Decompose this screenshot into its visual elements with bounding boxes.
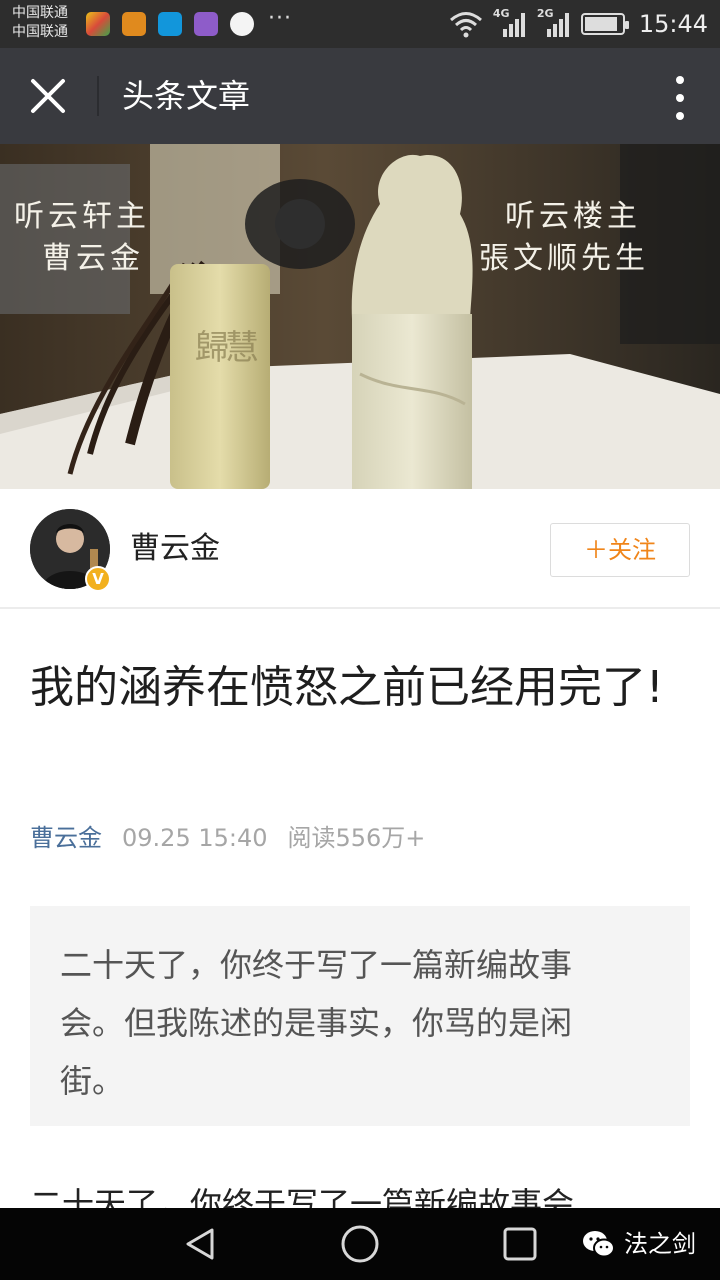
banner-caption-right: 听云楼主 張文顺先生	[479, 196, 649, 280]
article-meta: 曹云金 09.25 15:40 阅读556万+	[30, 822, 425, 854]
status-right: 4G 2G 15:44	[449, 6, 708, 42]
carrier-label-1: 中国联通	[12, 5, 68, 21]
carrier-label-2: 中国联通	[12, 24, 68, 40]
svg-text:慧: 慧	[225, 328, 259, 368]
nav-back-button[interactable]	[182, 1226, 218, 1266]
author-row: V 曹云金 ＋关注	[0, 489, 720, 609]
more-notifications-icon: ···	[268, 6, 292, 31]
battery-icon	[580, 13, 629, 35]
meta-author-link[interactable]: 曹云金	[30, 822, 102, 854]
signal-2g-icon: 2G	[536, 7, 571, 39]
photo-app-icon	[86, 12, 110, 36]
article-cover-image[interactable]: 歸 慧 听云轩主 曹云金 听云楼主 張文顺先生	[0, 144, 720, 489]
more-dot-icon	[676, 112, 684, 120]
quote-text: 二十天了，你终于写了一篇新编故事会。但我陈述的是事实，你骂的是闲街。	[60, 946, 573, 1100]
follow-button[interactable]: ＋关注	[550, 523, 690, 577]
banner-caption-right-line1: 听云楼主	[505, 199, 641, 234]
svg-text:歸: 歸	[195, 328, 229, 368]
gallery-app-icon	[194, 12, 218, 36]
recent-apps-square-icon	[503, 1227, 537, 1261]
wechat-watermark: 法之剑	[582, 1224, 696, 1264]
meta-reads: 阅读556万+	[287, 824, 426, 852]
banner-caption-right-line2: 張文顺先生	[479, 241, 649, 276]
nav-home-button[interactable]	[340, 1224, 380, 1268]
title-bar: 头条文章	[0, 48, 720, 144]
close-icon	[31, 79, 65, 113]
meta-time: 09.25 15:40	[122, 824, 268, 852]
notification-icons	[86, 12, 254, 36]
wallet-app-icon	[122, 12, 146, 36]
more-menu-button[interactable]	[674, 76, 686, 120]
banner-caption-left: 听云轩主 曹云金	[14, 196, 150, 280]
status-bar: 中国联通 中国联通 ··· 4G 2G 15:44	[0, 0, 720, 48]
watermark-text: 法之剑	[624, 1230, 696, 1258]
article-summary-quote: 二十天了，你终于写了一篇新编故事会。但我陈述的是事实，你骂的是闲街。	[30, 906, 690, 1126]
wechat-icon	[583, 1231, 615, 1258]
close-button[interactable]	[24, 72, 72, 120]
carrier-labels: 中国联通 中国联通	[12, 4, 68, 42]
signal-4g-icon: 4G	[492, 7, 527, 39]
qq-icon	[230, 12, 254, 36]
alipay-icon	[158, 12, 182, 36]
clock: 15:44	[638, 10, 708, 38]
more-dot-icon	[676, 76, 684, 84]
title-divider	[97, 76, 99, 116]
article-title: 我的涵养在愤怒之前已经用完了!	[30, 662, 664, 713]
home-circle-icon	[341, 1225, 379, 1263]
banner-caption-left-line1: 听云轩主	[14, 199, 150, 234]
page-title: 头条文章	[122, 77, 251, 115]
author-name[interactable]: 曹云金	[130, 529, 220, 569]
back-triangle-icon	[186, 1228, 214, 1260]
signal-2g-label: 2G	[536, 7, 554, 20]
battery-fill	[584, 17, 617, 31]
system-nav-bar: 法之剑	[0, 1208, 720, 1280]
banner-caption-left-line2: 曹云金	[42, 241, 144, 276]
more-dot-icon	[676, 94, 684, 102]
nav-recent-apps-button[interactable]	[502, 1226, 538, 1266]
wifi-icon	[449, 12, 482, 38]
verified-badge: V	[85, 566, 111, 592]
signal-4g-label: 4G	[492, 7, 510, 20]
